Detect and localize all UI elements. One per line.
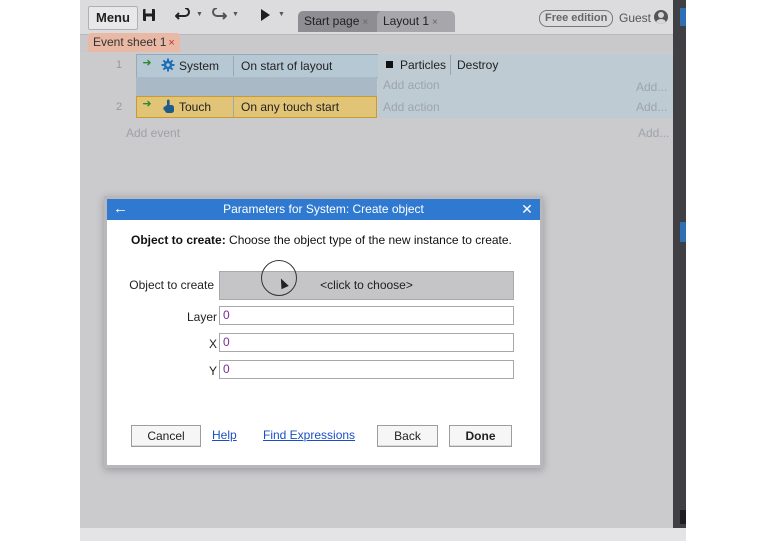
panel-tab-marker: [680, 8, 686, 26]
gear-icon-glyph: [161, 58, 175, 72]
y-label: Y: [208, 364, 217, 378]
actions-area: Add action Add...: [378, 96, 673, 118]
play-icon-glyph: [261, 9, 270, 21]
action-object-name[interactable]: Particles: [400, 55, 446, 75]
action-text[interactable]: Destroy: [457, 55, 498, 75]
tab-close-icon[interactable]: ×: [362, 17, 368, 28]
tab-close-icon[interactable]: ×: [168, 37, 174, 49]
tab-label: Start page: [304, 14, 360, 28]
condition-system[interactable]: ➜ System On start of layout: [136, 54, 379, 78]
hand-icon-glyph: [163, 99, 174, 113]
save-icon-glyph: [143, 9, 155, 21]
add-more-link[interactable]: Add...: [638, 126, 669, 140]
y-input[interactable]: [219, 360, 514, 379]
user-name[interactable]: Guest: [619, 9, 651, 27]
event-sheet: 1 ➜ System On start of layout Particles …: [80, 52, 673, 528]
layer-label: Layer: [186, 310, 217, 324]
actions-area: Particles Destroy Add action Add...: [378, 54, 673, 97]
object-to-create-label: Object to create: [129, 278, 214, 292]
event-row-1[interactable]: ➜ System On start of layout Particles De…: [136, 54, 673, 98]
event-number: 2: [115, 101, 123, 113]
toolbar: Menu ▼ ▼ ▼ Start page × Layout 1 × Free …: [80, 0, 673, 35]
dialog-title: Parameters for System: Create object: [107, 199, 540, 220]
play-icon[interactable]: [258, 8, 272, 26]
user-icon[interactable]: [654, 10, 668, 24]
layer-input[interactable]: [219, 306, 514, 325]
tab-start-page[interactable]: Start page ×: [298, 11, 386, 32]
add-more-link[interactable]: Add...: [636, 80, 667, 94]
undo-dropdown-icon[interactable]: ▼: [196, 11, 203, 18]
tab-event-sheet-1[interactable]: Event sheet 1 ×: [88, 33, 180, 52]
x-input[interactable]: [219, 333, 514, 352]
dialog-description: Object to create: Choose the object type…: [131, 233, 512, 247]
tab-layout-1[interactable]: Layout 1 ×: [377, 11, 455, 32]
condition-text: On start of layout: [241, 59, 333, 73]
gear-icon: [161, 58, 175, 75]
hand-icon: [163, 99, 175, 117]
edition-badge[interactable]: Free edition: [539, 10, 614, 27]
panel-tab-marker: [680, 510, 686, 524]
menu-button[interactable]: Menu: [88, 6, 138, 30]
particles-icon: [386, 61, 393, 68]
condition-touch[interactable]: ➜ Touch On any touch start: [136, 96, 377, 118]
app-window: Menu ▼ ▼ ▼ Start page × Layout 1 × Free …: [80, 0, 673, 528]
find-expressions-link[interactable]: Find Expressions: [263, 428, 355, 442]
condition-object-name: System: [179, 59, 220, 73]
event-row-2[interactable]: ➜ Touch On any touch start Add action Ad…: [136, 96, 673, 118]
add-event-link[interactable]: Add event: [126, 126, 180, 140]
close-icon[interactable]: ✕: [521, 199, 533, 220]
event-number: 1: [115, 59, 123, 71]
add-action-link[interactable]: Add action: [383, 75, 440, 95]
right-panel-edge: [673, 0, 686, 528]
back-button[interactable]: Back: [377, 425, 438, 447]
done-button[interactable]: Done: [449, 425, 512, 447]
status-bar: [80, 528, 686, 541]
redo-dropdown-icon[interactable]: ▼: [232, 11, 239, 18]
add-more-link[interactable]: Add...: [636, 100, 667, 114]
redo-icon[interactable]: [210, 7, 228, 26]
undo-icon-glyph: [174, 7, 190, 20]
help-link[interactable]: Help: [212, 428, 237, 442]
condition-object-name: Touch: [179, 100, 212, 114]
arrow-right-icon: ➜: [142, 57, 152, 69]
x-label: X: [208, 337, 217, 351]
parameters-dialog: Parameters for System: Create object ← ✕…: [104, 196, 543, 468]
description-text: Choose the object type of the new instan…: [225, 233, 512, 247]
tab-label: Layout 1: [383, 14, 430, 28]
divider: [233, 97, 234, 117]
condition-empty-area[interactable]: [136, 77, 377, 97]
undo-icon[interactable]: [174, 7, 192, 26]
tab-close-icon[interactable]: ×: [432, 17, 438, 28]
description-heading: Object to create:: [131, 233, 226, 247]
add-action-link[interactable]: Add action: [383, 97, 440, 117]
cancel-button[interactable]: Cancel: [131, 425, 201, 447]
divider: [233, 56, 234, 76]
back-arrow-icon[interactable]: ←: [113, 199, 128, 220]
divider: [450, 55, 451, 75]
condition-text: On any touch start: [241, 100, 340, 114]
play-dropdown-icon[interactable]: ▼: [278, 11, 285, 18]
tab-label: Event sheet 1: [93, 35, 167, 49]
panel-tab-marker: [680, 222, 686, 242]
save-icon[interactable]: [141, 8, 157, 26]
arrow-right-icon: ➜: [142, 98, 152, 110]
redo-icon-glyph: [212, 7, 228, 20]
